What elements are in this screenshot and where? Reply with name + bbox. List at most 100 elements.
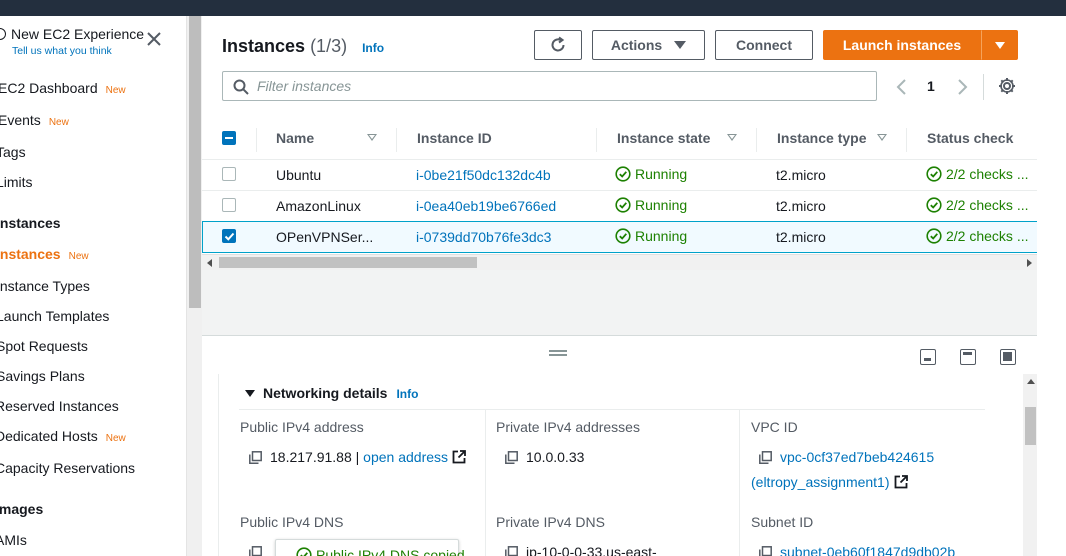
details-scrollbar[interactable] bbox=[1023, 374, 1038, 556]
instance-id-link[interactable]: i-0be21f50dc132dc4b bbox=[416, 167, 551, 183]
resize-handle[interactable] bbox=[549, 350, 567, 356]
caret-down-icon bbox=[674, 41, 687, 49]
panel-full-icon[interactable] bbox=[1000, 349, 1016, 365]
sidebar-item-label: Instances bbox=[0, 246, 61, 262]
info-link[interactable]: Info bbox=[362, 41, 384, 55]
sidebar-item-limits[interactable]: Limits bbox=[0, 174, 33, 190]
connect-button[interactable]: Connect bbox=[715, 30, 813, 60]
filter-instances-input[interactable] bbox=[257, 76, 857, 96]
column-header-name[interactable]: Name bbox=[276, 130, 314, 146]
instance-name: OPenVPNSer... bbox=[276, 229, 374, 245]
column-header-instance-id[interactable]: Instance ID bbox=[417, 130, 492, 146]
scroll-left-icon[interactable] bbox=[207, 259, 212, 267]
info-link[interactable]: Info bbox=[396, 387, 418, 401]
feedback-link[interactable]: Tell us what you think bbox=[12, 45, 112, 57]
column-divider bbox=[485, 410, 486, 556]
sort-icon[interactable] bbox=[367, 134, 377, 141]
sidebar-item-instances[interactable]: Instances New bbox=[0, 246, 89, 262]
instance-name: AmazonLinux bbox=[276, 198, 361, 214]
copy-icon[interactable] bbox=[505, 546, 518, 556]
external-link-icon[interactable] bbox=[452, 450, 466, 464]
sidebar-item-spot-requests[interactable]: Spot Requests bbox=[0, 338, 88, 354]
new-experience-panel: New EC2 Experience Tell us what you thin… bbox=[0, 26, 186, 66]
table-row-selected[interactable]: OPenVPNSer... i-0739dd70b76fe3dc3 Runnin… bbox=[202, 221, 1038, 253]
column-divider bbox=[739, 410, 740, 556]
instance-state-label: Running bbox=[635, 197, 688, 213]
sidebar-item-dedicated-hosts[interactable]: Dedicated Hosts New bbox=[0, 428, 126, 444]
sort-icon[interactable] bbox=[727, 134, 737, 141]
row-checkbox[interactable] bbox=[222, 198, 236, 212]
current-page-number[interactable]: 1 bbox=[927, 78, 935, 94]
sidebar-scrollbar-thumb[interactable] bbox=[189, 16, 201, 308]
sidebar-item-label: Limits bbox=[0, 174, 33, 190]
gear-icon[interactable] bbox=[998, 77, 1016, 95]
copy-icon[interactable] bbox=[505, 451, 518, 464]
previous-page-icon[interactable] bbox=[895, 78, 909, 96]
sidebar-item-launch-templates[interactable]: Launch Templates bbox=[0, 308, 109, 324]
details-scrollbar-thumb[interactable] bbox=[1025, 407, 1036, 445]
external-link-icon[interactable] bbox=[894, 475, 908, 489]
instance-state-label: Running bbox=[635, 228, 688, 244]
scroll-up-icon[interactable] bbox=[1027, 379, 1035, 384]
select-all-checkbox[interactable] bbox=[222, 131, 236, 145]
copy-icon[interactable] bbox=[759, 451, 772, 464]
row-checkbox[interactable] bbox=[222, 229, 236, 243]
sidebar-item-ec2-dashboard[interactable]: EC2 Dashboard New bbox=[0, 80, 126, 96]
new-experience-title: New EC2 Experience bbox=[11, 26, 145, 42]
sidebar-item-amis[interactable]: AMIs bbox=[0, 532, 27, 548]
close-icon[interactable] bbox=[146, 31, 162, 47]
split-panel: Networking details Info Public IPv4 addre… bbox=[202, 336, 1038, 556]
sidebar-section-images[interactable]: Images bbox=[0, 501, 43, 517]
instance-id-link[interactable]: i-0ea40eb19be6766ed bbox=[416, 198, 556, 214]
column-header-status-check[interactable]: Status check bbox=[927, 130, 1013, 146]
launch-instances-button[interactable]: Launch instances bbox=[823, 30, 981, 60]
horizontal-scrollbar[interactable] bbox=[202, 254, 1038, 270]
sidebar-item-savings-plans[interactable]: Savings Plans bbox=[0, 368, 85, 384]
copied-message: Public IPv4 DNS copied bbox=[296, 547, 465, 556]
copy-icon[interactable] bbox=[249, 546, 262, 556]
actions-dropdown-button[interactable]: Actions bbox=[592, 30, 705, 60]
column-divider bbox=[906, 128, 907, 152]
row-checkbox[interactable] bbox=[222, 167, 236, 181]
page-right-margin bbox=[1037, 16, 1066, 556]
open-address-link[interactable]: open address bbox=[363, 449, 448, 465]
launch-instances-dropdown[interactable] bbox=[981, 30, 1018, 60]
panel-side-icon[interactable] bbox=[960, 349, 976, 365]
sidebar-item-capacity-reservations[interactable]: Capacity Reservations bbox=[0, 460, 135, 476]
copy-icon[interactable] bbox=[759, 546, 772, 556]
copy-icon[interactable] bbox=[249, 451, 262, 464]
private-dns-text: ip-10-0-0-33.us-east- bbox=[526, 544, 657, 556]
check-circle-icon bbox=[926, 166, 942, 182]
instance-state: Running bbox=[615, 166, 687, 182]
divider bbox=[983, 74, 984, 100]
sidebar-item-label: Tags bbox=[0, 144, 26, 160]
instance-id-link[interactable]: i-0739dd70b76fe3dc3 bbox=[416, 229, 551, 245]
sidebar-item-events[interactable]: Events New bbox=[0, 112, 69, 128]
status-check: 2/2 checks ... bbox=[926, 197, 1028, 213]
sidebar-item-reserved-instances[interactable]: Reserved Instances bbox=[0, 398, 119, 414]
table-row[interactable]: Ubuntu i-0be21f50dc132dc4b Running t2.mi… bbox=[202, 159, 1038, 190]
next-page-icon[interactable] bbox=[955, 78, 969, 96]
table-row[interactable]: AmazonLinux i-0ea40eb19be6766ed Running … bbox=[202, 190, 1038, 221]
page-title: Instances (1/3) Info bbox=[222, 36, 384, 57]
subnet-id-link[interactable]: subnet-0eb60f1847d9db02b bbox=[780, 544, 955, 556]
panel-bottom-icon[interactable] bbox=[920, 349, 936, 365]
sort-icon[interactable] bbox=[877, 134, 887, 141]
column-header-instance-state[interactable]: Instance state bbox=[617, 130, 710, 146]
new-badge: New bbox=[48, 117, 69, 128]
sidebar-section-instances[interactable]: Instances bbox=[0, 215, 61, 231]
column-header-instance-type[interactable]: Instance type bbox=[777, 130, 866, 146]
sidebar-scrollbar[interactable] bbox=[186, 16, 202, 556]
horizontal-scrollbar-thumb[interactable] bbox=[219, 257, 477, 268]
scroll-right-icon[interactable] bbox=[1027, 259, 1032, 267]
toggle-icon[interactable] bbox=[0, 28, 6, 40]
sidebar-item-tags[interactable]: Tags bbox=[0, 144, 26, 160]
private-dns-value: ip-10-0-0-33.us-east- bbox=[505, 544, 657, 556]
new-badge: New bbox=[105, 85, 126, 96]
sidebar-section-label: Images bbox=[0, 501, 44, 517]
sidebar-item-instance-types[interactable]: Instance Types bbox=[0, 278, 90, 294]
networking-details-header[interactable]: Networking details Info bbox=[245, 385, 418, 401]
refresh-button[interactable] bbox=[534, 30, 582, 60]
vpc-id-link[interactable]: vpc-0cf37ed7beb424615 bbox=[780, 449, 934, 465]
vpc-name-link[interactable]: (eltropy_assignment1) bbox=[751, 474, 890, 490]
